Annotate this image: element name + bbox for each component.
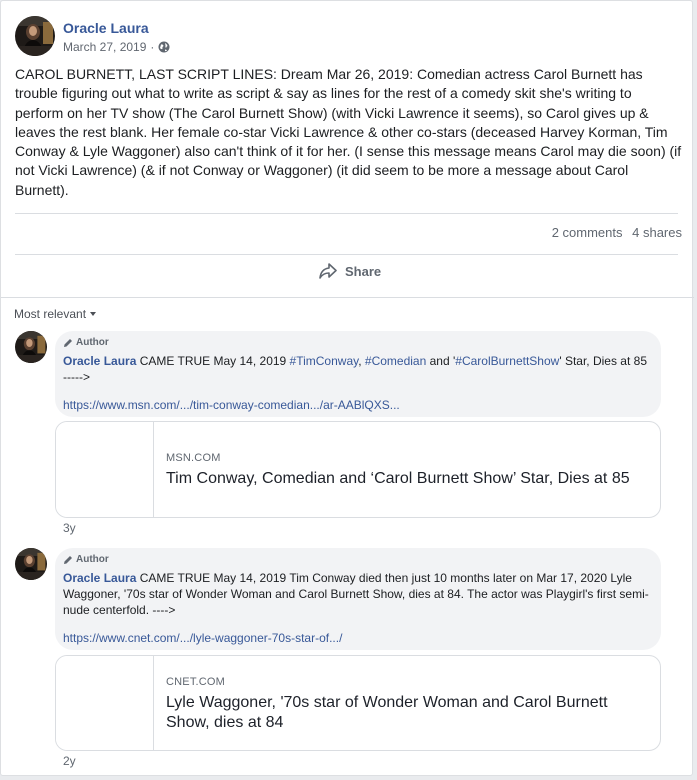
share-button[interactable]: Share <box>319 263 381 279</box>
link-preview[interactable]: MSN.COM Tim Conway, Comedian and ‘Carol … <box>55 421 661 518</box>
comment-url-link[interactable]: https://www.msn.com/.../tim-conway-comed… <box>63 397 653 413</box>
globe-icon[interactable] <box>158 41 170 53</box>
post-date[interactable]: March 27, 2019 <box>63 39 146 55</box>
post-stats: 2 comments 4 shares <box>552 225 682 240</box>
sort-label: Most relevant <box>14 307 87 321</box>
divider <box>15 254 678 255</box>
comment-author[interactable]: Oracle Laura <box>63 571 136 585</box>
hashtag-link[interactable]: #CarolBurnettShow <box>455 354 559 368</box>
post-author[interactable]: Oracle Laura <box>63 19 170 37</box>
preview-title: Lyle Waggoner, '70s star of Wonder Woman… <box>166 694 608 731</box>
comment-text-part: CAME TRUE May 14, 2019 <box>136 354 290 368</box>
comment: Author Oracle Laura CAME TRUE May 14, 20… <box>15 331 675 536</box>
badge-label: Author <box>76 337 109 348</box>
share-icon <box>319 263 337 279</box>
link-preview[interactable]: CNET.COM Lyle Waggoner, '70s star of Won… <box>55 655 661 751</box>
divider <box>15 213 678 214</box>
avatar[interactable] <box>15 548 47 580</box>
post-header: Oracle Laura March 27, 2019 · <box>15 16 170 58</box>
comment-sort-dropdown[interactable]: Most relevant <box>14 307 97 321</box>
pencil-icon <box>64 556 72 564</box>
comment-bubble: Author Oracle Laura CAME TRUE May 14, 20… <box>55 548 661 650</box>
comment-timestamp[interactable]: 3y <box>63 521 76 535</box>
comment: Author Oracle Laura CAME TRUE May 14, 20… <box>15 548 675 773</box>
preview-thumbnail <box>56 422 154 517</box>
preview-domain: CNET.COM <box>166 676 226 688</box>
avatar[interactable] <box>15 331 47 363</box>
preview-domain: MSN.COM <box>166 452 221 464</box>
comment-text: Oracle Laura CAME TRUE May 14, 2019 Tim … <box>63 570 653 618</box>
chevron-down-icon <box>90 312 97 316</box>
comment-text: Oracle Laura CAME TRUE May 14, 2019 #Tim… <box>63 353 653 385</box>
comment-url-link[interactable]: https://www.cnet.com/.../lyle-waggoner-7… <box>63 630 653 646</box>
comment-text-part: and ' <box>426 354 456 368</box>
preview-thumbnail <box>56 656 154 750</box>
post-text: CAROL BURNETT, LAST SCRIPT LINES: Dream … <box>15 66 682 198</box>
meta-separator: · <box>150 40 155 54</box>
comment-bubble: Author Oracle Laura CAME TRUE May 14, 20… <box>55 331 661 417</box>
comment-author[interactable]: Oracle Laura <box>63 354 136 368</box>
author-badge: Author <box>63 337 653 349</box>
author-badge: Author <box>63 554 653 566</box>
shares-count[interactable]: 4 shares <box>632 225 682 240</box>
share-label: Share <box>345 263 382 279</box>
comment-timestamp[interactable]: 2y <box>63 754 76 768</box>
pencil-icon <box>64 339 72 347</box>
avatar[interactable] <box>15 16 55 56</box>
preview-title: Tim Conway, Comedian and ‘Carol Burnett … <box>166 470 630 487</box>
badge-label: Author <box>76 554 109 565</box>
hashtag-link[interactable]: #TimConway <box>290 354 359 368</box>
comments-count[interactable]: 2 comments <box>552 225 623 240</box>
comment-text-part: CAME TRUE May 14, 2019 Tim Conway died t… <box>63 571 649 617</box>
hashtag-link[interactable]: #Comedian <box>365 354 426 368</box>
comment-text-part: , <box>358 354 365 368</box>
post-card: Oracle Laura March 27, 2019 · CAROL BURN… <box>0 0 694 776</box>
